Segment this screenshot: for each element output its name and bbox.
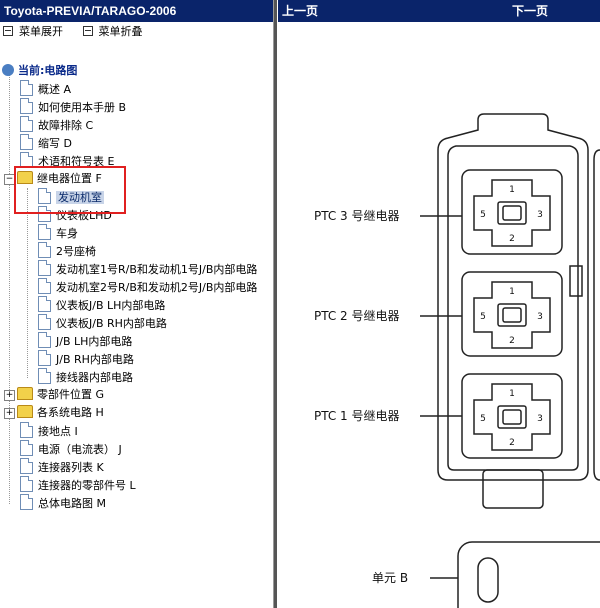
- panel-title: Toyota-PREVIA/TARAGO-2006: [0, 0, 273, 22]
- tree-item-how-to-use[interactable]: 如何使用本手册 B: [20, 98, 126, 116]
- document-icon: [38, 260, 51, 276]
- tree-item-ground-points[interactable]: 接地点 I: [20, 422, 78, 440]
- pin-1: 1: [509, 389, 515, 399]
- collapse-menu-button[interactable]: 菜单折叠: [82, 25, 143, 38]
- document-icon: [38, 278, 51, 294]
- pin-5: 5: [480, 210, 486, 220]
- document-icon: [38, 332, 51, 348]
- next-page-link[interactable]: 下一页: [512, 0, 548, 22]
- collapse-icon: [82, 26, 93, 36]
- pin-3: 3: [537, 210, 543, 220]
- tree-item-overall-wiring[interactable]: 总体电路图 M: [20, 494, 106, 512]
- label-unit-b: 单元 B: [372, 571, 408, 585]
- document-icon: [38, 350, 51, 366]
- tree-item-jb-rh[interactable]: J/B RH内部电路: [38, 350, 134, 368]
- expand-toggle[interactable]: +: [4, 390, 15, 401]
- tree-item-abbreviations[interactable]: 缩写 D: [20, 134, 72, 152]
- right-part-slot: [569, 265, 583, 297]
- tree-item-troubleshooting[interactable]: 故障排除 C: [20, 116, 93, 134]
- tree-item-seat-2[interactable]: 2号座椅: [38, 242, 96, 260]
- pin-2: 2: [509, 438, 515, 448]
- tree-item-ip-jb-rh[interactable]: 仪表板J/B RH内部电路: [38, 314, 167, 332]
- tree-item-overview[interactable]: 概述 A: [20, 80, 71, 98]
- document-icon: [20, 116, 33, 132]
- pin-3: 3: [537, 414, 543, 424]
- label-ptc1: PTC 1 号继电器: [314, 409, 400, 423]
- pin-3: 3: [537, 312, 543, 322]
- relay-housing: [437, 113, 589, 481]
- expand-menu-button[interactable]: 菜单展开: [3, 25, 63, 38]
- folder-icon: [17, 405, 33, 418]
- document-icon: [20, 80, 33, 96]
- tree-line: [9, 70, 10, 504]
- label-ptc2: PTC 2 号继电器: [314, 309, 400, 323]
- content-panel: 上一页 下一页 PTC 3 号继电器 PTC 2 号继电器 PTC 1 号继电器…: [278, 0, 600, 608]
- document-icon: [38, 224, 51, 240]
- tree-item-power-source[interactable]: 电源（电流表） J: [20, 440, 122, 458]
- pin-5: 5: [480, 312, 486, 322]
- document-icon: [20, 422, 33, 438]
- tree-item-engine-rb2[interactable]: 发动机室2号R/B和发动机2号J/B内部电路: [38, 278, 257, 296]
- document-icon: [20, 98, 33, 114]
- navigation-panel: Toyota-PREVIA/TARAGO-2006 菜单展开 菜单折叠 当前:电…: [0, 0, 274, 608]
- document-icon: [38, 368, 51, 384]
- document-icon: [38, 242, 51, 258]
- previous-page-link[interactable]: 上一页: [282, 0, 318, 22]
- expand-toggle[interactable]: +: [4, 408, 15, 419]
- relay-center-inner-3: [502, 205, 522, 221]
- tree-item-connector-part-numbers[interactable]: 连接器的零部件号 L: [20, 476, 136, 494]
- folder-icon: [17, 387, 33, 400]
- highlight-box: [14, 166, 126, 214]
- tree-line: [27, 188, 28, 378]
- tree-folder-component-locations[interactable]: + 零部件位置 G: [4, 386, 104, 404]
- tree-folder-system-circuits[interactable]: + 各系统电路 H: [4, 404, 104, 422]
- tree-item-body[interactable]: 车身: [38, 224, 78, 242]
- relay-center-inner-2: [502, 307, 522, 323]
- monitor-icon: [2, 64, 14, 76]
- document-icon: [20, 494, 33, 510]
- document-icon: [20, 134, 33, 150]
- relay-housing-tab: [482, 469, 544, 509]
- document-icon: [20, 458, 33, 474]
- splitter-handle[interactable]: [274, 0, 277, 608]
- document-icon: [20, 440, 33, 456]
- relay-diagram: PTC 3 号继电器 PTC 2 号继电器 PTC 1 号继电器 单元 B 1 …: [314, 113, 600, 608]
- tree-item-jb-lh[interactable]: J/B LH内部电路: [38, 332, 132, 350]
- tree-item-connector-list[interactable]: 连接器列表 K: [20, 458, 104, 476]
- label-ptc3: PTC 3 号继电器: [314, 209, 400, 223]
- expand-icon: [3, 26, 13, 36]
- pin-5: 5: [480, 414, 486, 424]
- menu-bar: 菜单展开 菜单折叠: [0, 22, 273, 42]
- tree-root[interactable]: 当前:电路图: [2, 62, 77, 80]
- pin-1: 1: [509, 287, 515, 297]
- tree-item-ip-jb-lh[interactable]: 仪表板J/B LH内部电路: [38, 296, 165, 314]
- document-icon: [20, 476, 33, 492]
- right-part-outline: [593, 149, 600, 481]
- tree-item-junction-connector[interactable]: 接线器内部电路: [38, 368, 133, 386]
- relay-center-inner-1: [502, 409, 522, 425]
- pin-2: 2: [509, 234, 515, 244]
- document-icon: [38, 314, 51, 330]
- tree-item-engine-rb1[interactable]: 发动机室1号R/B和发动机1号J/B内部电路: [38, 260, 257, 278]
- unit-b-slot: [477, 557, 499, 603]
- pin-2: 2: [509, 336, 515, 346]
- page-nav-bar: 上一页 下一页: [278, 0, 600, 22]
- pin-1: 1: [509, 185, 515, 195]
- document-icon: [38, 296, 51, 312]
